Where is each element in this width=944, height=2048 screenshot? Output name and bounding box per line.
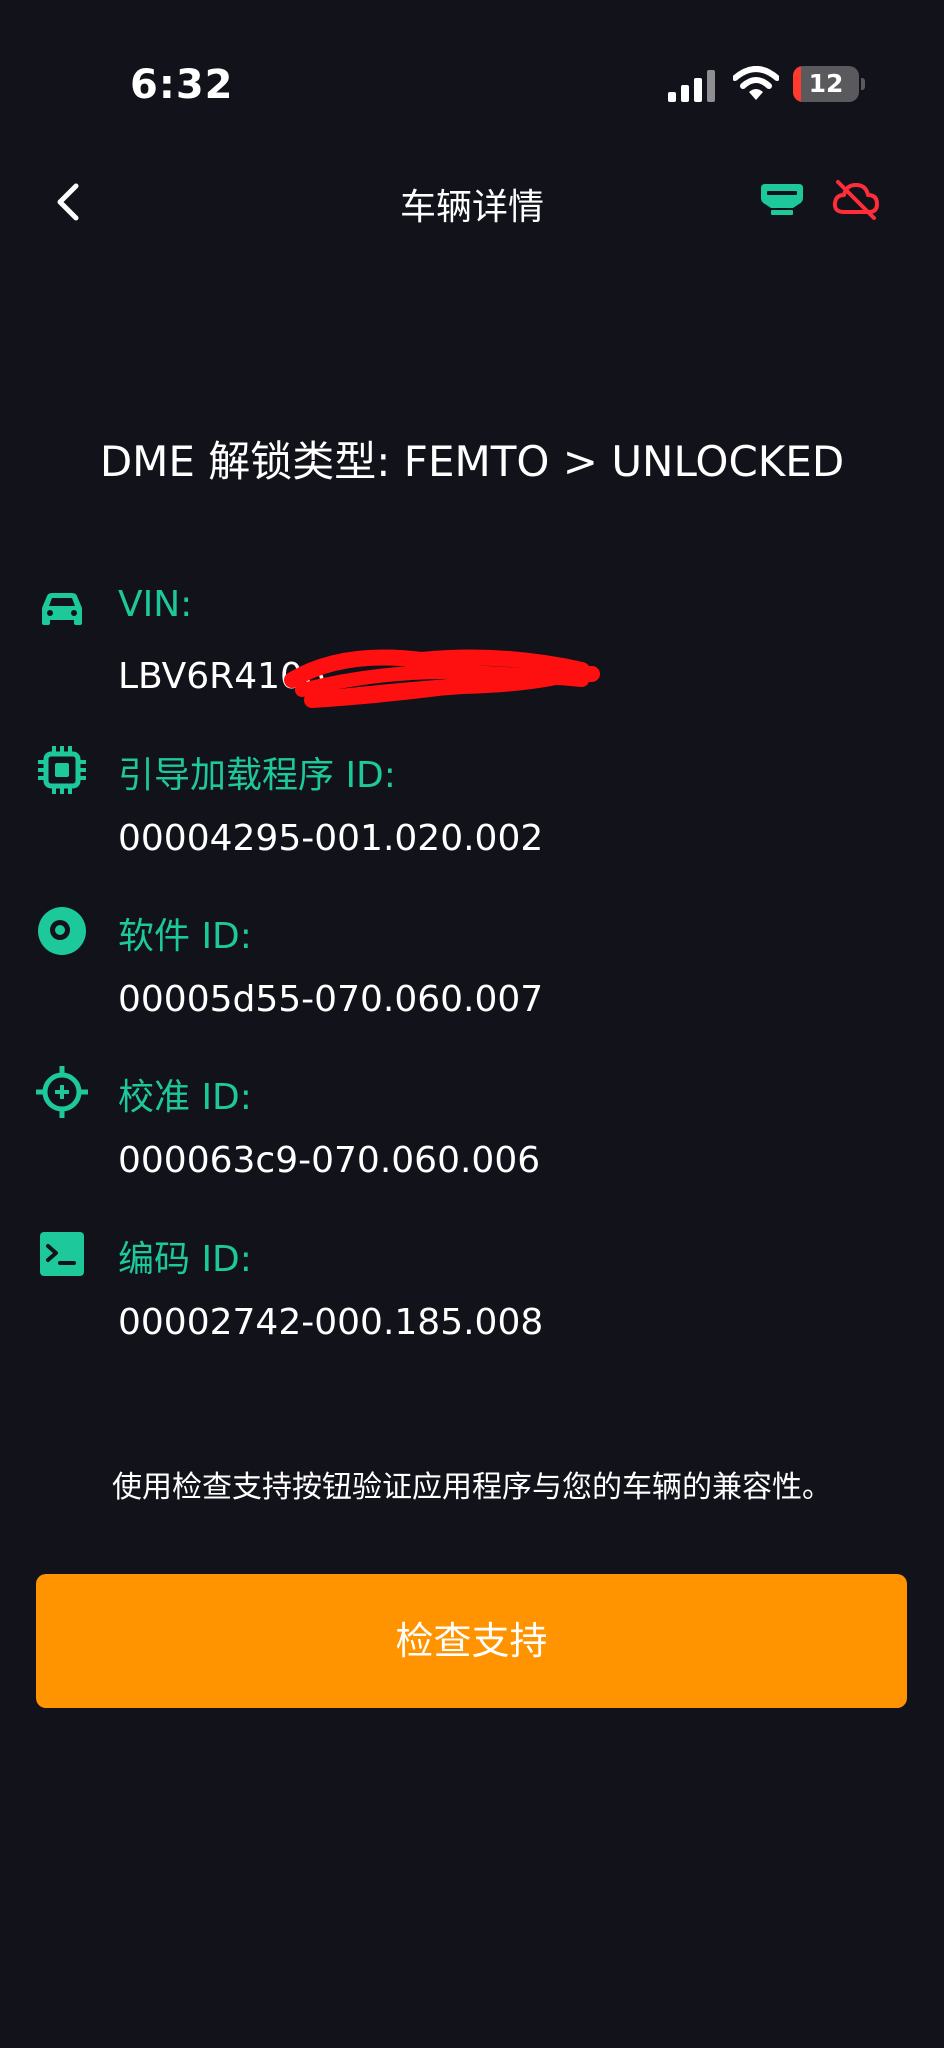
- info-item-software: 软件 ID: 00005d55-070.060.007: [0, 905, 944, 1055]
- battery-level: 12: [808, 69, 844, 98]
- redaction-scribble: [284, 649, 600, 708]
- disc-icon: [38, 907, 86, 955]
- status-time: 6:32: [130, 62, 234, 108]
- software-value: 00005d55-070.060.007: [118, 979, 544, 1020]
- status-bar: 6:32 12: [0, 0, 944, 170]
- calibration-value: 000063c9-070.060.006: [118, 1140, 541, 1181]
- bootloader-value: 00004295-001.020.002: [118, 818, 544, 859]
- crosshair-icon: [36, 1066, 88, 1118]
- cellular-signal-icon: [668, 70, 715, 102]
- dme-unlock-type: DME 解锁类型: FEMTO > UNLOCKED: [99, 437, 845, 486]
- coding-value: 00002742-000.185.008: [118, 1302, 544, 1343]
- bootloader-label: 引导加载程序 ID:: [118, 755, 396, 796]
- car-icon: [42, 593, 82, 625]
- wifi-icon: [733, 66, 779, 100]
- software-label: 软件 ID:: [118, 916, 252, 957]
- header: 车辆详情: [0, 160, 944, 244]
- info-item-coding: 编码 ID: 00002742-000.185.008: [0, 1228, 944, 1378]
- info-item-calibration: 校准 ID: 000063c9-070.060.006: [0, 1066, 944, 1216]
- cloud-offline-icon[interactable]: [832, 178, 880, 222]
- vin-label: VIN:: [118, 584, 193, 625]
- battery-indicator: 12: [793, 66, 865, 102]
- obd-adapter-icon[interactable]: [759, 184, 805, 218]
- info-item-bootloader: 引导加载程序 ID: 00004295-001.020.002: [0, 744, 944, 894]
- calibration-label: 校准 ID:: [118, 1077, 252, 1118]
- terminal-icon: [40, 1232, 84, 1276]
- coding-label: 编码 ID:: [118, 1239, 252, 1280]
- compatibility-hint: 使用检查支持按钮验证应用程序与您的车辆的兼容性。: [112, 1470, 832, 1505]
- chip-icon: [38, 746, 86, 794]
- check-support-button[interactable]: 检查支持: [36, 1574, 907, 1708]
